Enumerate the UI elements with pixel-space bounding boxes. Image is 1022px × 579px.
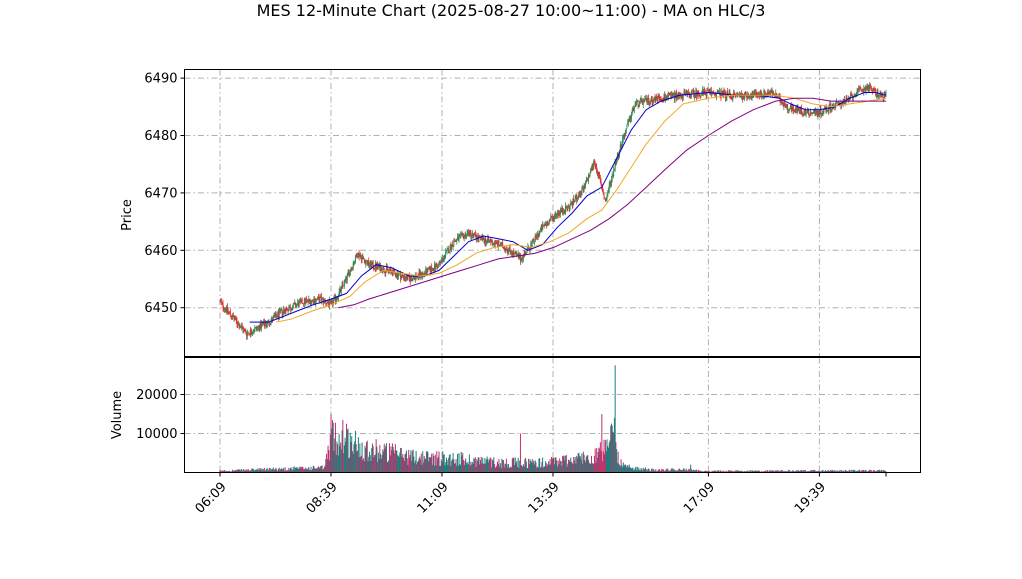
volume-tick-label: 20000 [136, 388, 177, 403]
candle-body [398, 273, 400, 276]
volume-tick-label: 10000 [136, 427, 177, 442]
price-tick-label: 6490 [144, 72, 177, 87]
candle-body [288, 308, 290, 312]
candle-body [613, 169, 615, 176]
candle-body [603, 194, 605, 198]
candle-body [875, 89, 877, 94]
candle-body [625, 128, 627, 131]
volume-y-ticks: 10000 20000 [136, 388, 185, 442]
x-axis-ticks: 06:09 08:39 11:09 13:39 17:09 19:39 [193, 472, 887, 517]
candle-body [548, 224, 550, 226]
candle-body [365, 262, 367, 265]
volume-panel: 10000 20000 Volume [110, 357, 921, 473]
candle-body [633, 106, 635, 110]
price-panel: 6450 6460 6470 6480 6490 Price [120, 69, 921, 357]
candle-body [574, 199, 576, 202]
x-tick-label: 13:39 [526, 480, 563, 517]
x-tick-label: 06:09 [193, 480, 230, 517]
candle-body [606, 196, 608, 200]
candlestick-chart: MES 12-Minute Chart (2025-08-27 10:00~11… [0, 0, 1022, 575]
chart-svg: MES 12-Minute Chart (2025-08-27 10:00~11… [110, 1, 921, 517]
candle-body [569, 205, 571, 210]
moving-average-line-2 [276, 94, 887, 323]
x-tick-label: 17:09 [681, 480, 718, 517]
candle-body [301, 299, 303, 304]
candle-body [498, 241, 500, 246]
x-tick-label: 11:09 [415, 480, 452, 517]
x-tick-label: 19:39 [792, 480, 829, 517]
price-axis-label: Price [120, 199, 135, 231]
price-tick-label: 6470 [144, 186, 177, 201]
candle-body [626, 124, 628, 129]
candle-body [412, 278, 414, 281]
price-tick-label: 6450 [144, 301, 177, 316]
volume-axis-label: Volume [110, 391, 125, 439]
x-tick-label: 08:39 [304, 480, 341, 517]
candle-body [787, 104, 789, 111]
candle-body [581, 189, 583, 195]
chart-title: MES 12-Minute Chart (2025-08-27 10:00~11… [257, 1, 766, 20]
price-tick-label: 6460 [144, 244, 177, 259]
candle-body [326, 303, 328, 305]
volume-grid [184, 357, 921, 473]
price-y-ticks: 6450 6460 6470 6480 6490 [144, 72, 185, 316]
price-tick-label: 6480 [144, 129, 177, 144]
